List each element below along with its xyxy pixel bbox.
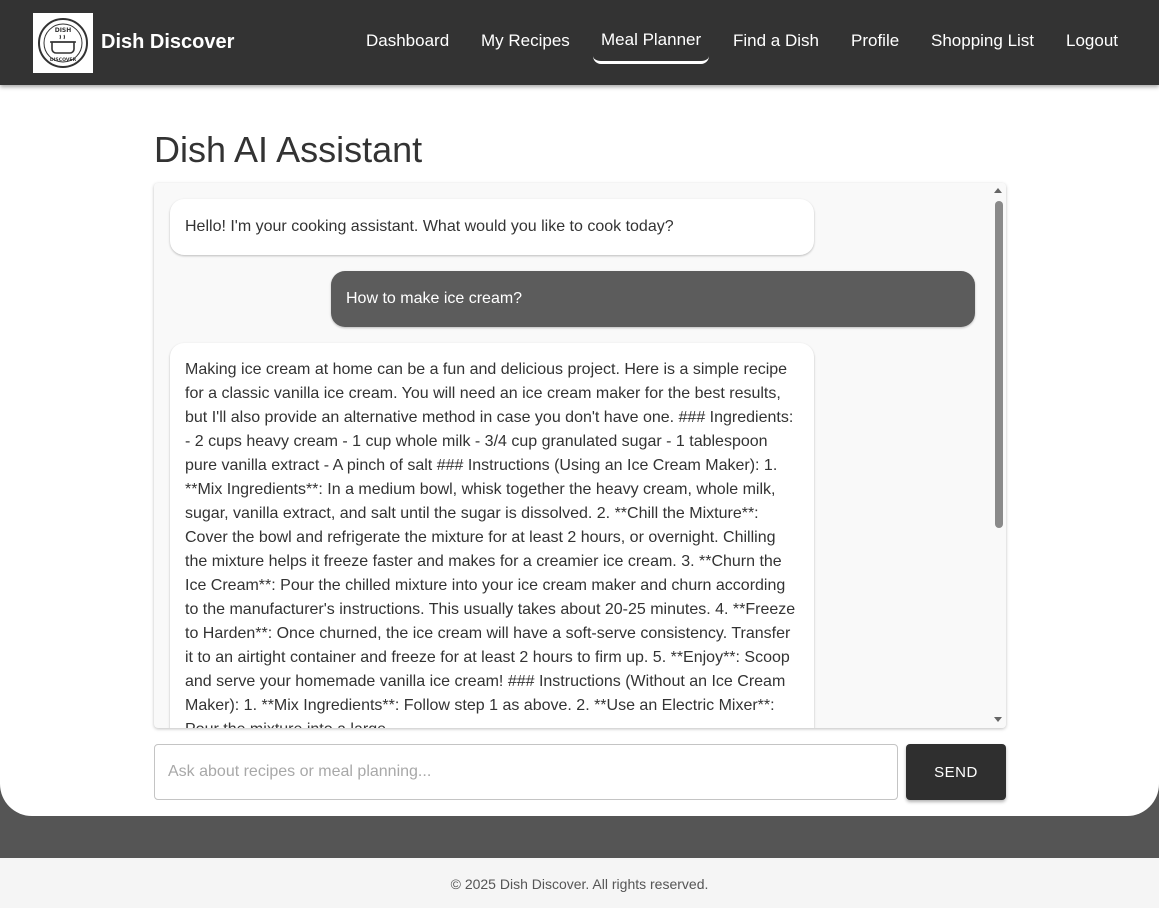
chat-input[interactable] <box>154 744 898 800</box>
send-button[interactable]: SEND <box>906 744 1006 800</box>
page-title: Dish AI Assistant <box>154 129 423 170</box>
nav-logout[interactable]: Logout <box>1066 30 1118 52</box>
nav-profile[interactable]: Profile <box>851 30 899 52</box>
top-navbar: DISH DISCOVER Dish Discover Dashboard My… <box>0 0 1159 85</box>
chat-messages-panel[interactable]: Hello! I'm your cooking assistant. What … <box>154 183 1006 728</box>
scroll-down-arrow-icon[interactable] <box>994 717 1002 722</box>
svg-text:DISCOVER: DISCOVER <box>50 57 77 63</box>
assistant-message: Making ice cream at home can be a fun an… <box>170 343 814 728</box>
nav-meal-planner[interactable]: Meal Planner <box>601 29 701 51</box>
brand-name[interactable]: Dish Discover <box>101 31 234 53</box>
assistant-message: Hello! I'm your cooking assistant. What … <box>170 199 814 255</box>
scrollbar-thumb[interactable] <box>995 201 1003 528</box>
main-content: Dish AI Assistant Hello! I'm your cookin… <box>0 85 1159 816</box>
chat-scrollbar[interactable] <box>991 183 1006 728</box>
nav-my-recipes[interactable]: My Recipes <box>481 30 570 52</box>
nav-find-a-dish[interactable]: Find a Dish <box>733 30 819 52</box>
nav-shopping-list[interactable]: Shopping List <box>931 30 1034 52</box>
scroll-up-arrow-icon[interactable] <box>994 188 1002 193</box>
footer: © 2025 Dish Discover. All rights reserve… <box>0 858 1159 908</box>
brand-logo[interactable]: DISH DISCOVER <box>33 13 93 73</box>
pot-logo-icon: DISH DISCOVER <box>38 18 88 68</box>
user-message: How to make ice cream? <box>331 271 975 327</box>
footer-copyright: © 2025 Dish Discover. All rights reserve… <box>450 876 709 892</box>
nav-dashboard[interactable]: Dashboard <box>366 30 449 52</box>
svg-text:DISH: DISH <box>55 27 72 34</box>
